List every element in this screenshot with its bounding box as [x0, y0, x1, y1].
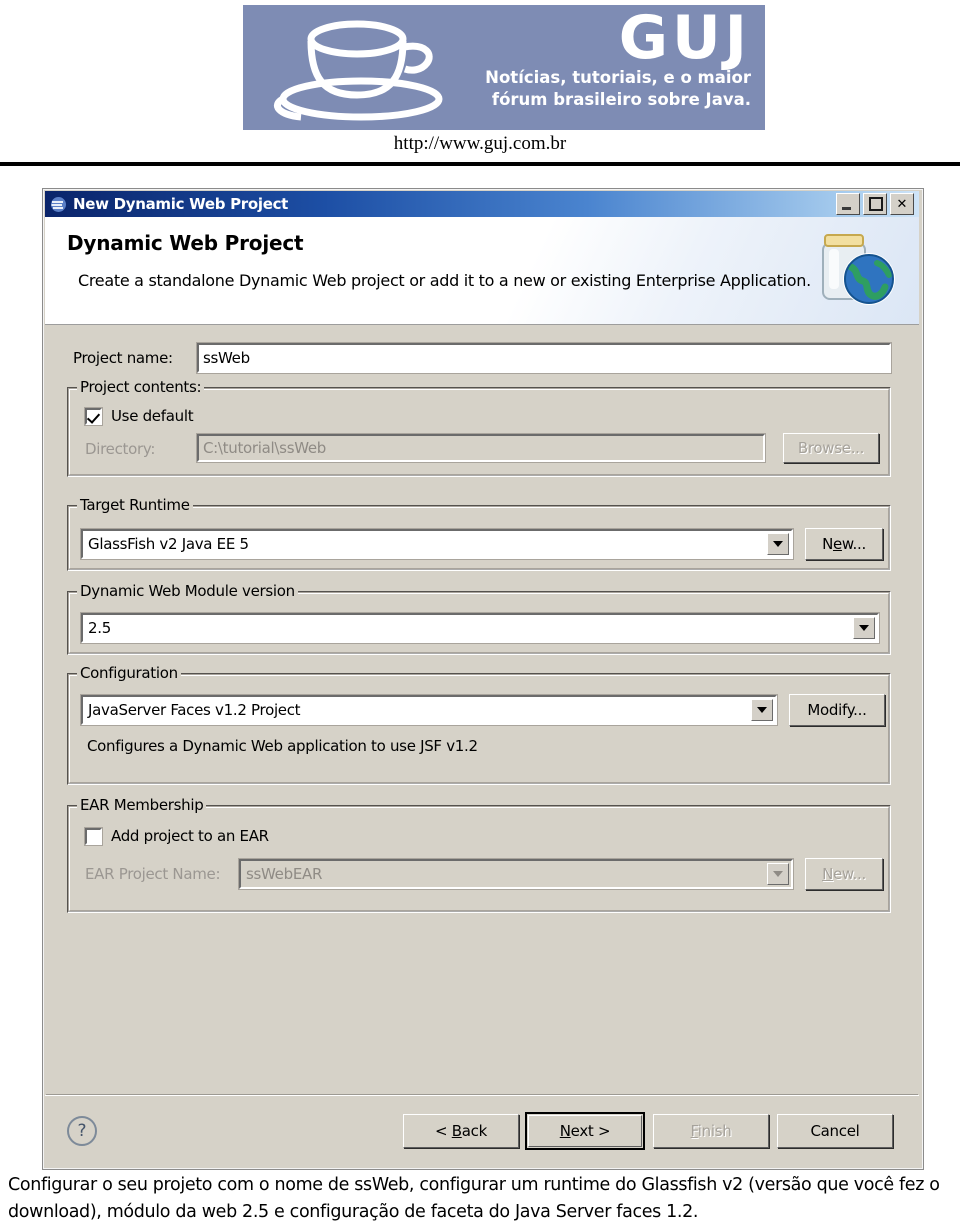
project-contents-group: Project contents: Use default Directory:…	[67, 378, 891, 477]
back-button[interactable]: < Back	[403, 1114, 519, 1148]
new-runtime-button-label: New...	[822, 535, 866, 553]
chevron-down-icon[interactable]	[751, 699, 773, 721]
use-default-label: Use default	[111, 407, 194, 425]
use-default-checkbox-row[interactable]: Use default	[84, 406, 194, 426]
minimize-button[interactable]	[836, 193, 860, 215]
configuration-value: JavaServer Faces v1.2 Project	[88, 701, 301, 719]
ear-membership-group: EAR Membership Add project to an EAR EAR…	[67, 796, 891, 913]
close-icon: ✕	[896, 196, 908, 212]
question-mark-icon[interactable]: ?	[67, 1116, 97, 1146]
jar-globe-icon	[822, 234, 895, 305]
coffee-cup-icon	[274, 20, 443, 121]
target-runtime-group: Target Runtime GlassFish v2 Java EE 5 Ne…	[67, 496, 891, 571]
add-project-to-ear-row[interactable]: Add project to an EAR	[84, 826, 269, 846]
cancel-button[interactable]: Cancel	[777, 1114, 893, 1148]
use-default-checkbox[interactable]	[84, 406, 103, 426]
new-ear-button-label: New...	[822, 865, 866, 883]
configuration-description: Configures a Dynamic Web application to …	[87, 737, 478, 755]
module-version-group-title: Dynamic Web Module version	[77, 582, 298, 600]
browse-button: Browse...	[783, 433, 879, 463]
wizard-title: Dynamic Web Project	[67, 231, 304, 255]
eclipse-wizard-icon	[51, 196, 66, 212]
new-ear-button: New...	[805, 858, 883, 890]
guj-site-url: http://www.guj.com.br	[393, 133, 567, 154]
configuration-group: Configuration JavaServer Faces v1.2 Proj…	[67, 664, 891, 785]
guj-wordmark: GUJ	[618, 5, 751, 73]
next-button[interactable]: Next >	[525, 1112, 645, 1150]
module-version-value: 2.5	[88, 619, 111, 637]
dialog-titlebar[interactable]: New Dynamic Web Project ✕	[45, 191, 919, 217]
close-button[interactable]: ✕	[890, 193, 914, 215]
module-version-group: Dynamic Web Module version 2.5	[67, 582, 891, 655]
wizard-banner: Dynamic Web Project Create a standalone …	[45, 217, 919, 325]
dialog-body: Project name: ssWeb Project contents: Us…	[45, 325, 919, 1095]
configuration-group-title: Configuration	[77, 664, 181, 682]
new-dynamic-web-project-dialog: New Dynamic Web Project ✕ Dynamic Web Pr…	[42, 188, 924, 1170]
chevron-down-icon[interactable]	[767, 533, 789, 555]
module-version-combo[interactable]: 2.5	[80, 612, 880, 644]
ear-project-name-value: ssWebEAR	[246, 865, 323, 883]
add-project-to-ear-label: Add project to an EAR	[111, 827, 269, 845]
ear-project-name-combo: ssWebEAR	[238, 858, 794, 890]
guj-banner: GUJ Notícias, tutoriais, e o maior fórum…	[243, 5, 765, 130]
finish-button-label: Finish	[690, 1122, 732, 1140]
configuration-combo[interactable]: JavaServer Faces v1.2 Project	[80, 694, 778, 726]
back-button-label: < Back	[435, 1122, 487, 1140]
dialog-footer: ? < Back Next > Finish Cancel	[45, 1095, 919, 1166]
guj-tagline-line1: Notícias, tutoriais, e o maior	[485, 68, 751, 87]
chevron-down-icon	[767, 863, 789, 885]
target-runtime-value: GlassFish v2 Java EE 5	[88, 535, 249, 553]
next-button-label: Next >	[559, 1122, 611, 1140]
project-name-input[interactable]: ssWeb	[196, 342, 892, 374]
directory-input: C:\tutorial\ssWeb	[196, 433, 766, 463]
guj-tagline-line2: fórum brasileiro sobre Java.	[491, 90, 751, 109]
dialog-title: New Dynamic Web Project	[73, 195, 289, 213]
ear-project-name-label: EAR Project Name:	[85, 865, 221, 883]
add-project-to-ear-checkbox[interactable]	[84, 826, 103, 846]
chevron-down-icon[interactable]	[853, 617, 875, 639]
guj-tagline: Notícias, tutoriais, e o maior fórum bra…	[461, 67, 751, 111]
window-controls: ✕	[833, 193, 914, 215]
header-divider	[0, 162, 960, 166]
modify-configuration-button[interactable]: Modify...	[789, 694, 885, 726]
directory-label: Directory:	[85, 440, 156, 458]
figure-caption: Configurar o seu projeto com o nome de s…	[8, 1175, 940, 1222]
new-runtime-button[interactable]: New...	[805, 528, 883, 560]
wizard-description: Create a standalone Dynamic Web project …	[78, 271, 811, 290]
project-name-label: Project name:	[73, 349, 173, 367]
target-runtime-combo[interactable]: GlassFish v2 Java EE 5	[80, 528, 794, 560]
target-runtime-group-title: Target Runtime	[77, 496, 193, 514]
project-contents-group-title: Project contents:	[77, 378, 205, 396]
finish-button: Finish	[653, 1114, 769, 1148]
maximize-button[interactable]	[863, 193, 887, 215]
ear-membership-group-title: EAR Membership	[77, 796, 207, 814]
